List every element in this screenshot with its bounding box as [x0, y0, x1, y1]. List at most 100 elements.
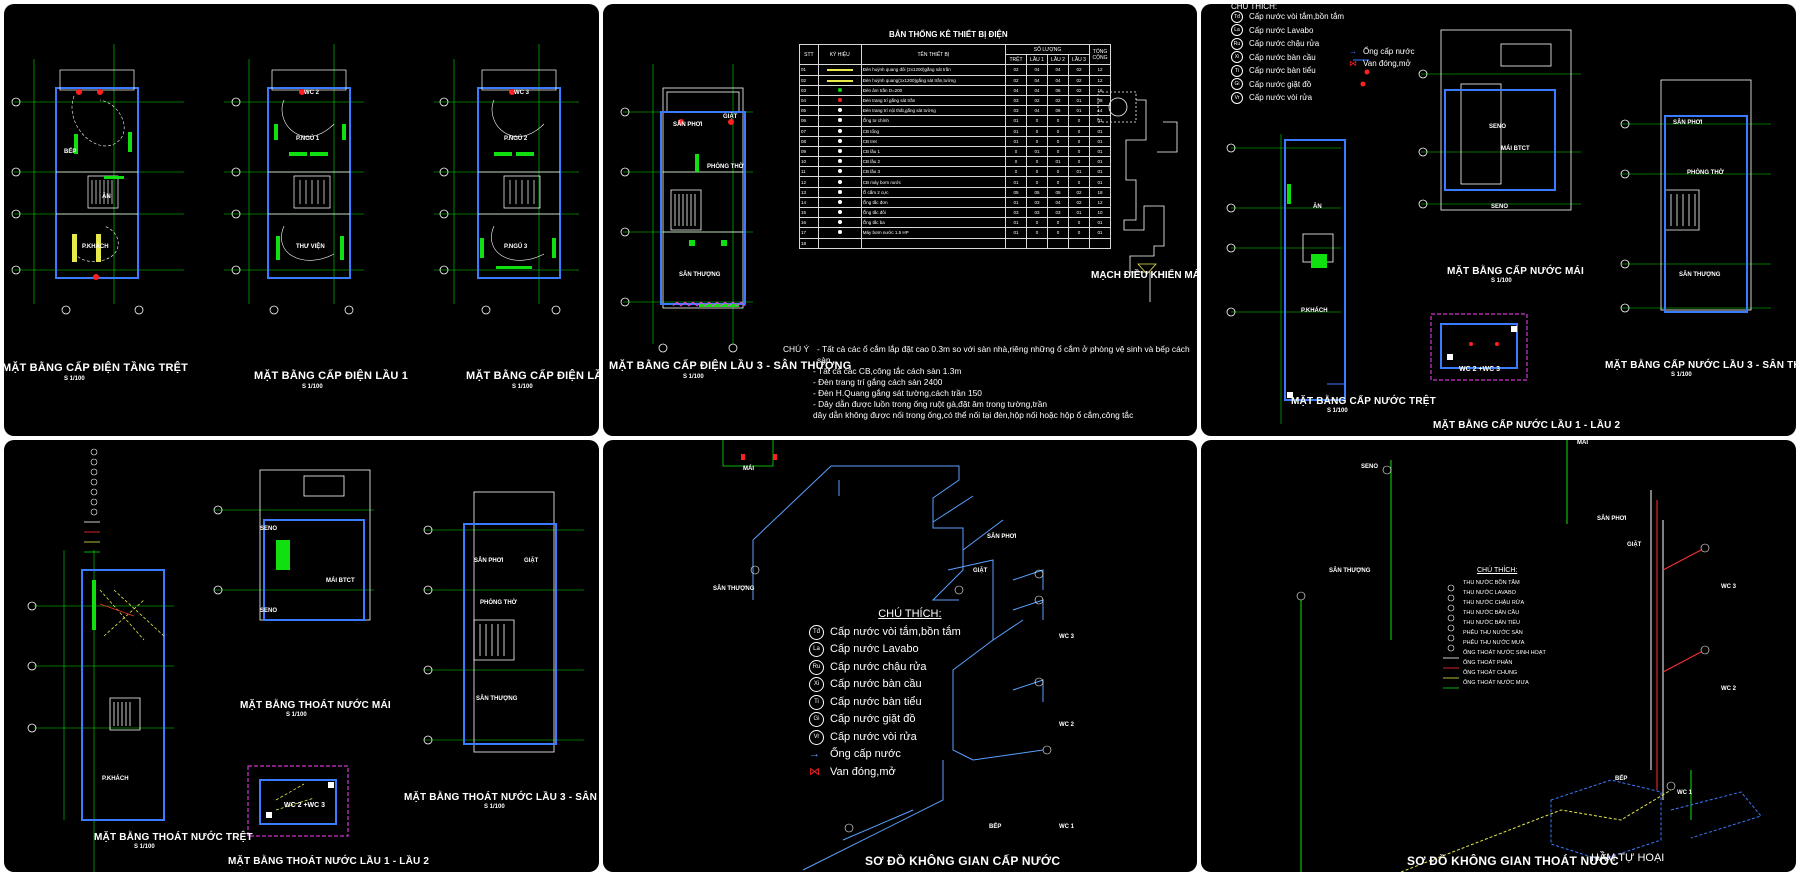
pipe-icon: → — [1349, 47, 1357, 56]
room-an: ĂN — [1313, 204, 1322, 210]
cell-name: Ổng tơ chính — [860, 115, 1007, 127]
cell-qty: 0 — [1068, 227, 1090, 239]
supply-iso-legend: CHÚ THÍCH: Tđ Cấp nước vòi tắm,bồn tắm La… — [809, 606, 961, 781]
symbol-icon — [837, 210, 842, 215]
cell-total: 12 — [1089, 196, 1111, 209]
header-tret: TRỆT — [1005, 54, 1027, 66]
cell-qty — [1068, 237, 1090, 249]
cell-symbol — [817, 206, 862, 219]
cell-qty: 03 — [1047, 206, 1069, 219]
cell-stt: 11 — [799, 166, 819, 178]
cell-total: 01 — [1089, 135, 1111, 147]
cell-total: 01 — [1089, 156, 1111, 168]
cell-qty: 0 — [1068, 125, 1090, 137]
table-row: 18 — [799, 237, 1111, 249]
cell-name: Đèn trang trí nội thất,gắng sát tường — [860, 105, 1007, 117]
table-row: 13 Ổ cắm 2 cực 05 05 05 02 18 — [799, 186, 1111, 198]
notes-block: CHÚ Ý : - Tất cả các ổ cắm lắp đặt cao 0… — [783, 344, 1197, 421]
cell-qty: 01 — [1047, 156, 1069, 168]
note-head: CHÚ Ý : — [783, 344, 810, 365]
room-pkhach: P.KHÁCH — [102, 776, 129, 782]
cell-name: CB lầu 3 — [860, 166, 1007, 178]
legend-text: Cấp nước Lavabo — [1249, 25, 1314, 35]
cell-stt: 06 — [799, 115, 819, 127]
table-row: 10 CB lầu 2 0 0 01 0 01 — [799, 156, 1111, 168]
legend-item: Vr Cấp nước vòi rửa — [1231, 91, 1344, 105]
legend-item: Ru Cấp nước chậu rửa — [1231, 37, 1344, 51]
room-pngu2: P.NGỦ 2 — [504, 136, 528, 142]
legend-symbol: La — [809, 642, 824, 658]
cell-total: 01 — [1089, 217, 1111, 229]
cell-symbol — [817, 84, 862, 96]
header-lau2: LẦU 2 — [1047, 54, 1069, 66]
title-cap-nuoc-lau1-lau2: MẶT BẰNG CẤP NƯỚC LẦU 1 - LẦU 2 — [1433, 420, 1621, 431]
room-pngu3: P.NGỦ 3 — [504, 244, 528, 250]
label-mai: MÁI — [743, 466, 754, 472]
cell-qty: 03 — [1026, 196, 1048, 209]
cell-name: Đèn huỳnh quang(1x1200)gắng sát trần,tườ… — [860, 74, 1007, 86]
cell-qty: 0 — [1005, 145, 1027, 158]
header-lau3: LẦU 3 — [1068, 54, 1090, 66]
symbol-icon — [837, 98, 842, 103]
room-sanphoi: SÂN PHƠI — [673, 122, 703, 128]
symbol-icon — [837, 199, 842, 204]
table-row: 07 CB tổng 01 0 0 0 01 — [799, 125, 1111, 137]
table-row: 04 Đèn trang trí gắng sát trần 03 02 02 01 08 — [799, 94, 1111, 107]
cell-qty: 01 — [1026, 145, 1048, 158]
cell-symbol — [817, 125, 862, 137]
cell-qty: 01 — [1005, 217, 1027, 229]
room-wc: WC 2 +WC 3 — [284, 802, 326, 809]
cell-symbol — [817, 176, 862, 188]
legend-text: THU NƯỚC LAVABO — [1463, 590, 1516, 596]
cell-symbol — [817, 227, 862, 239]
room-giat: GIẶT — [723, 114, 738, 120]
cell-stt: 15 — [799, 206, 819, 219]
cell-symbol — [817, 135, 862, 147]
legend-text: ỐNG THOÁT NƯỚC SINH HOẠT — [1463, 650, 1546, 656]
cell-qty: 01 — [1005, 135, 1027, 147]
cell-qty: 02 — [1005, 74, 1027, 86]
cell-name: CB tổng — [860, 125, 1007, 137]
cell-qty: 02 — [1068, 196, 1090, 209]
room-sanphoi: SÂN PHƠI — [474, 558, 504, 564]
cell-qty: 03 — [1026, 206, 1048, 219]
cell-qty: 0 — [1026, 227, 1048, 239]
cell-qty: 01 — [1005, 125, 1027, 137]
legend-head: CHÚ THÍCH: — [878, 608, 942, 620]
legend-item: Tđ Cấp nước vòi tắm,bồn tắm — [809, 624, 961, 642]
legend-text: Cấp nước Lavabo — [830, 643, 919, 655]
equipment-table: STT KÝ HIỆU TÊN THIẾT BỊ SỐ LƯỢNG TỔNG C… — [799, 43, 1111, 249]
cell-symbol — [817, 64, 862, 76]
cell-name: CB lầu 1 — [860, 145, 1007, 158]
cell-qty: 04 — [1026, 64, 1048, 76]
cell-qty: 0 — [1047, 115, 1069, 127]
title-lau-1: MẶT BẰNG CẤP ĐIỆN LẦU 1 — [254, 370, 409, 382]
cell-total: 10 — [1089, 206, 1111, 219]
title-thoat-nuoc-lau3: MẶT BẰNG THOÁT NƯỚC LẦU 3 - SÂN THƯỢNG — [404, 792, 599, 803]
legend-item: Ti Cấp nước bàn tiểu — [1231, 64, 1344, 78]
cell-qty: 0 — [1026, 176, 1048, 188]
header-stt: STT — [799, 43, 819, 66]
cell-symbol — [817, 94, 862, 107]
cell-qty: 0 — [1047, 227, 1069, 239]
cell-qty: 05 — [1005, 186, 1027, 198]
scale-label: S 1/100 — [512, 384, 533, 390]
table-row: 06 Ổng tơ chính 01 0 0 0 01 — [799, 115, 1111, 127]
title-cap-nuoc-lau3: MẶT BẰNG CẤP NƯỚC LẦU 3 - SÂN THƯỢNG — [1605, 360, 1796, 371]
cell-total: 18 — [1089, 186, 1111, 198]
cell-symbol — [817, 166, 862, 178]
pipe-legend: → Ống cấp nước ⋈ Van đóng,mở — [1349, 46, 1415, 70]
scale-label: S 1/100 — [134, 844, 155, 850]
table-row: 05 Đèn trang trí nội thất,gắng sát tường 0… — [799, 105, 1111, 117]
table-row: 03 Đèn âm trần D=200 04 04 06 02 16 — [799, 84, 1111, 96]
legend-head: CHÚ THÍCH: — [1477, 567, 1518, 574]
legend-item: Ru Cấp nước chậu rửa — [809, 659, 961, 677]
panel-electrical-plans: BẾP ĂN P.KHÁCH P.NGỦ 1 THƯ VIỆN P.NGỦ 2 … — [4, 4, 599, 436]
cell-qty: 0 — [1068, 217, 1090, 229]
cell-qty: 0 — [1026, 115, 1048, 127]
room-seno: SENO — [1489, 124, 1507, 130]
cell-total: 12 — [1089, 64, 1111, 76]
title-thoat-nuoc-tret: MẶT BẰNG THOÁT NƯỚC TRỆT — [94, 832, 253, 843]
cell-qty: 03 — [1005, 206, 1027, 219]
cell-total: 01 — [1089, 166, 1111, 178]
